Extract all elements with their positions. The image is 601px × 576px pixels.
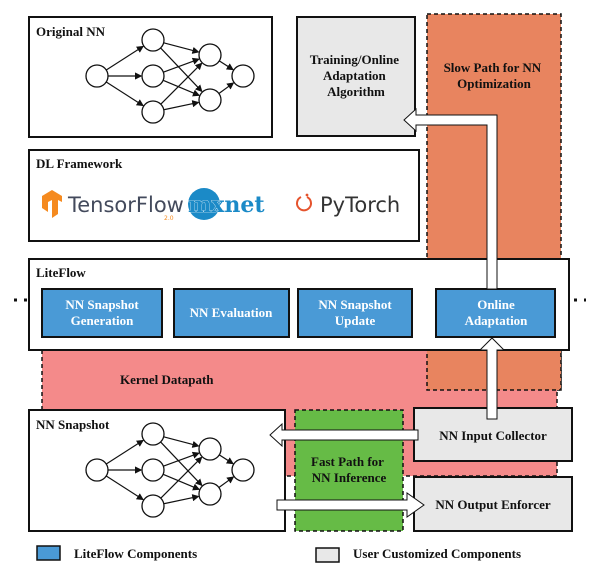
nn-node	[231, 64, 255, 88]
liteflow-architecture-diagram: Slow Path for NN Optimization Kernel Dat…	[14, 13, 586, 563]
fast-path-label: Fast Path for NN Inference	[311, 454, 387, 485]
legend-liteflow-label: LiteFlow Components	[74, 546, 197, 561]
nn-node	[141, 28, 165, 52]
dl-framework-label: DL Framework	[36, 156, 123, 171]
svg-text:NN SnapshotGeneration: NN Snapshot Generation	[65, 297, 139, 328]
nn-output-enforcer-label: NN Output Enforcer	[435, 497, 551, 512]
legend-user-swatch	[315, 547, 340, 563]
nn-node	[141, 458, 165, 482]
legend-liteflow-swatch	[36, 545, 61, 561]
nn-node	[198, 482, 222, 506]
slow-path-label: Slow Path for NN Optimization	[444, 60, 545, 91]
legend-user-label: User Customized Components	[353, 546, 521, 561]
nn-node	[141, 494, 165, 518]
mxnet-logo: mxnet	[188, 188, 266, 220]
nn-node	[198, 88, 222, 112]
svg-text:mxnet: mxnet	[188, 192, 265, 218]
nn-node	[141, 100, 165, 124]
svg-text:PyTorch: PyTorch	[320, 193, 400, 217]
nn-node	[198, 43, 222, 67]
svg-text:TensorFlow: TensorFlow	[67, 193, 184, 217]
nn-node	[85, 64, 109, 88]
kernel-datapath-label: Kernel Datapath	[120, 372, 214, 387]
nn-node	[231, 458, 255, 482]
svg-text:2.0: 2.0	[164, 215, 174, 222]
nn-snapshot-label: NN Snapshot	[36, 417, 110, 432]
nn-node	[198, 437, 222, 461]
svg-text:NN Evaluation: NN Evaluation	[190, 305, 273, 320]
liteflow-label: LiteFlow	[36, 265, 86, 280]
nn-node	[141, 422, 165, 446]
nn-node	[141, 64, 165, 88]
nn-input-collector-label: NN Input Collector	[439, 428, 547, 443]
original-nn-label: Original NN	[36, 24, 106, 39]
nn-node	[85, 458, 109, 482]
